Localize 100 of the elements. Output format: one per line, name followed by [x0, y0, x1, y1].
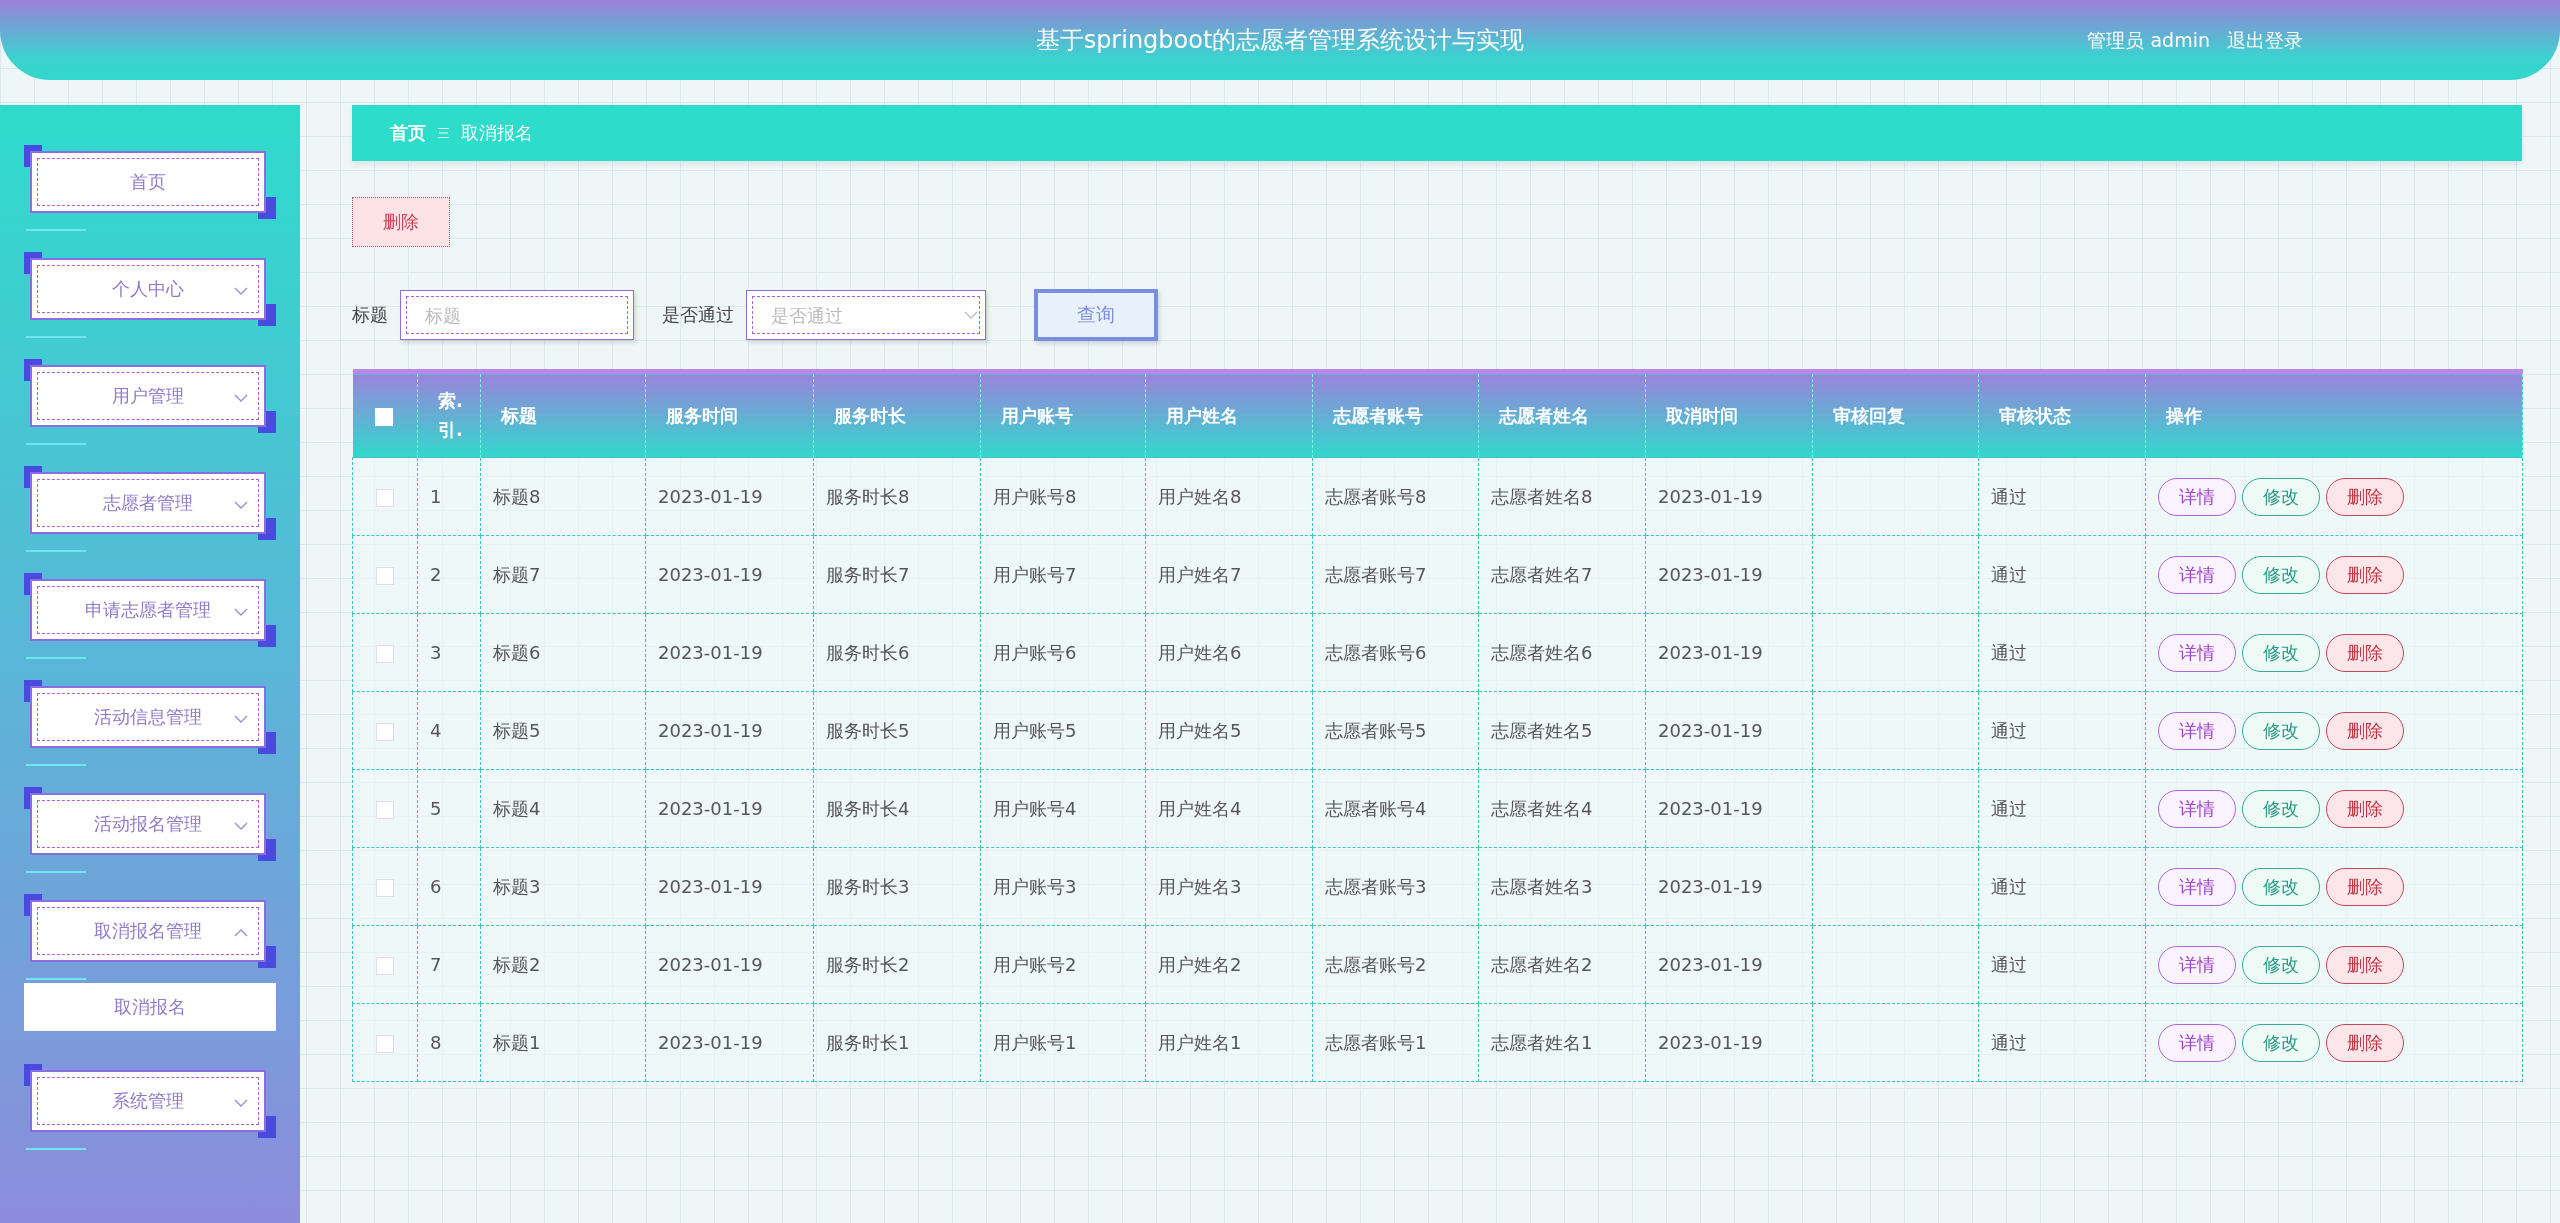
row-checkbox[interactable]: [375, 879, 394, 897]
row-checkbox[interactable]: [375, 801, 394, 819]
table-cell: 志愿者账号5: [1312, 691, 1479, 770]
edit-button[interactable]: 修改: [2242, 945, 2320, 984]
table-header-cell: 索.引.: [417, 371, 481, 458]
table-cell: 服务时长5: [813, 691, 981, 770]
sidebar-item[interactable]: 活动信息管理: [30, 686, 266, 748]
row-checkbox[interactable]: [375, 957, 394, 975]
table-header-cell: 志愿者姓名: [1478, 371, 1646, 458]
table-cell: 服务时长6: [813, 613, 981, 692]
detail-button[interactable]: 详情: [2158, 711, 2236, 750]
row-checkbox[interactable]: [375, 1035, 394, 1053]
delete-button[interactable]: 删除: [2326, 555, 2404, 594]
delete-button[interactable]: 删除: [2326, 477, 2404, 516]
table-cell: 服务时长7: [813, 535, 981, 614]
table-cell: 标题1: [480, 1003, 646, 1082]
query-button[interactable]: 查询: [1034, 289, 1158, 341]
approval-select[interactable]: 是否通过: [746, 290, 986, 340]
table-cell: 2023-01-19: [645, 535, 814, 614]
table-cell: 志愿者账号4: [1312, 769, 1479, 848]
edit-button[interactable]: 修改: [2242, 555, 2320, 594]
table-cell: 用户姓名7: [1145, 535, 1313, 614]
table-cell: 志愿者姓名6: [1478, 613, 1646, 692]
table-cell: 2023-01-19: [1645, 535, 1813, 614]
edit-button[interactable]: 修改: [2242, 789, 2320, 828]
detail-button[interactable]: 详情: [2158, 555, 2236, 594]
sidebar-item[interactable]: 志愿者管理: [30, 472, 266, 534]
table-header-cell: 用户姓名: [1145, 371, 1313, 458]
table-header-cell: 志愿者账号: [1312, 371, 1479, 458]
table-cell: 用户姓名6: [1145, 613, 1313, 692]
menu-icon: [438, 127, 449, 139]
edit-button[interactable]: 修改: [2242, 633, 2320, 672]
table-cell: 志愿者姓名2: [1478, 925, 1646, 1004]
row-checkbox[interactable]: [375, 723, 394, 741]
delete-button[interactable]: 删除: [2326, 789, 2404, 828]
table-cell: 通过: [1978, 691, 2146, 770]
logout-link[interactable]: 退出登录: [2227, 28, 2303, 54]
table-cell: 5: [417, 769, 481, 848]
row-checkbox[interactable]: [375, 567, 394, 585]
edit-button[interactable]: 修改: [2242, 867, 2320, 906]
table-header-cell: 标题: [480, 371, 646, 458]
table-cell: 用户姓名3: [1145, 847, 1313, 926]
sidebar-item[interactable]: 首页: [30, 151, 266, 213]
detail-button[interactable]: 详情: [2158, 867, 2236, 906]
sidebar-item[interactable]: 个人中心: [30, 258, 266, 320]
detail-button[interactable]: 详情: [2158, 633, 2236, 672]
table-cell: 志愿者姓名7: [1478, 535, 1646, 614]
table-cell: 2023-01-19: [645, 769, 814, 848]
table-cell: 2023-01-19: [645, 613, 814, 692]
table-cell: 用户账号6: [980, 613, 1146, 692]
edit-button[interactable]: 修改: [2242, 477, 2320, 516]
table-cell: 服务时长2: [813, 925, 981, 1004]
delete-button[interactable]: 删除: [2326, 1023, 2404, 1062]
table-cell: 用户账号7: [980, 535, 1146, 614]
table-cell: 2023-01-19: [1645, 925, 1813, 1004]
title-input-field[interactable]: 标题: [400, 290, 634, 340]
delete-button[interactable]: 删除: [2326, 711, 2404, 750]
detail-button[interactable]: 详情: [2158, 945, 2236, 984]
table-header-cell: 服务时长: [813, 371, 981, 458]
breadcrumb-current: 取消报名: [461, 121, 533, 145]
field-label: 是否通过: [662, 303, 734, 327]
line-decoration: [26, 1148, 86, 1150]
table-header-cell: 审核回复: [1812, 371, 1979, 458]
table-cell: 通过: [1978, 613, 2146, 692]
table-cell: 服务时长4: [813, 769, 981, 848]
table-cell: 用户姓名1: [1145, 1003, 1313, 1082]
sidebar-item[interactable]: 用户管理: [30, 365, 266, 427]
line-decoration: [26, 336, 86, 338]
line-decoration: [26, 871, 86, 873]
delete-button[interactable]: 删除: [2326, 633, 2404, 672]
sidebar-item[interactable]: 活动报名管理: [30, 793, 266, 855]
table-cell: 标题6: [480, 613, 646, 692]
table-cell: 标题7: [480, 535, 646, 614]
detail-button[interactable]: 详情: [2158, 789, 2236, 828]
table-cell: 通过: [1978, 769, 2146, 848]
delete-button[interactable]: 删除: [352, 197, 450, 247]
table-cell: 用户账号3: [980, 847, 1146, 926]
detail-button[interactable]: 详情: [2158, 1023, 2236, 1062]
row-checkbox[interactable]: [375, 489, 394, 507]
row-checkbox[interactable]: [375, 645, 394, 663]
detail-button[interactable]: 详情: [2158, 477, 2236, 516]
edit-button[interactable]: 修改: [2242, 1023, 2320, 1062]
app-title: 基于springboot的志愿者管理系统设计与实现: [1035, 25, 1525, 56]
table-cell: 2: [417, 535, 481, 614]
sidebar-item[interactable]: 申请志愿者管理: [30, 579, 266, 641]
sidebar-item[interactable]: 取消报名管理: [30, 900, 266, 962]
delete-button[interactable]: 删除: [2326, 945, 2404, 984]
delete-button[interactable]: 删除: [2326, 867, 2404, 906]
table-cell: 2023-01-19: [1645, 1003, 1813, 1082]
table-cell: 2023-01-19: [1645, 769, 1813, 848]
table-cell: 标题2: [480, 925, 646, 1004]
line-decoration: [26, 657, 86, 659]
line-decoration: [26, 229, 86, 231]
sidebar-subitem[interactable]: 取消报名: [24, 983, 276, 1031]
edit-button[interactable]: 修改: [2242, 711, 2320, 750]
select-all-checkbox[interactable]: [375, 408, 394, 426]
line-decoration: [26, 764, 86, 766]
sidebar-item[interactable]: 系统管理: [30, 1070, 266, 1132]
table-header-cell: 用户账号: [980, 371, 1146, 458]
table-cell: 2023-01-19: [645, 457, 814, 536]
